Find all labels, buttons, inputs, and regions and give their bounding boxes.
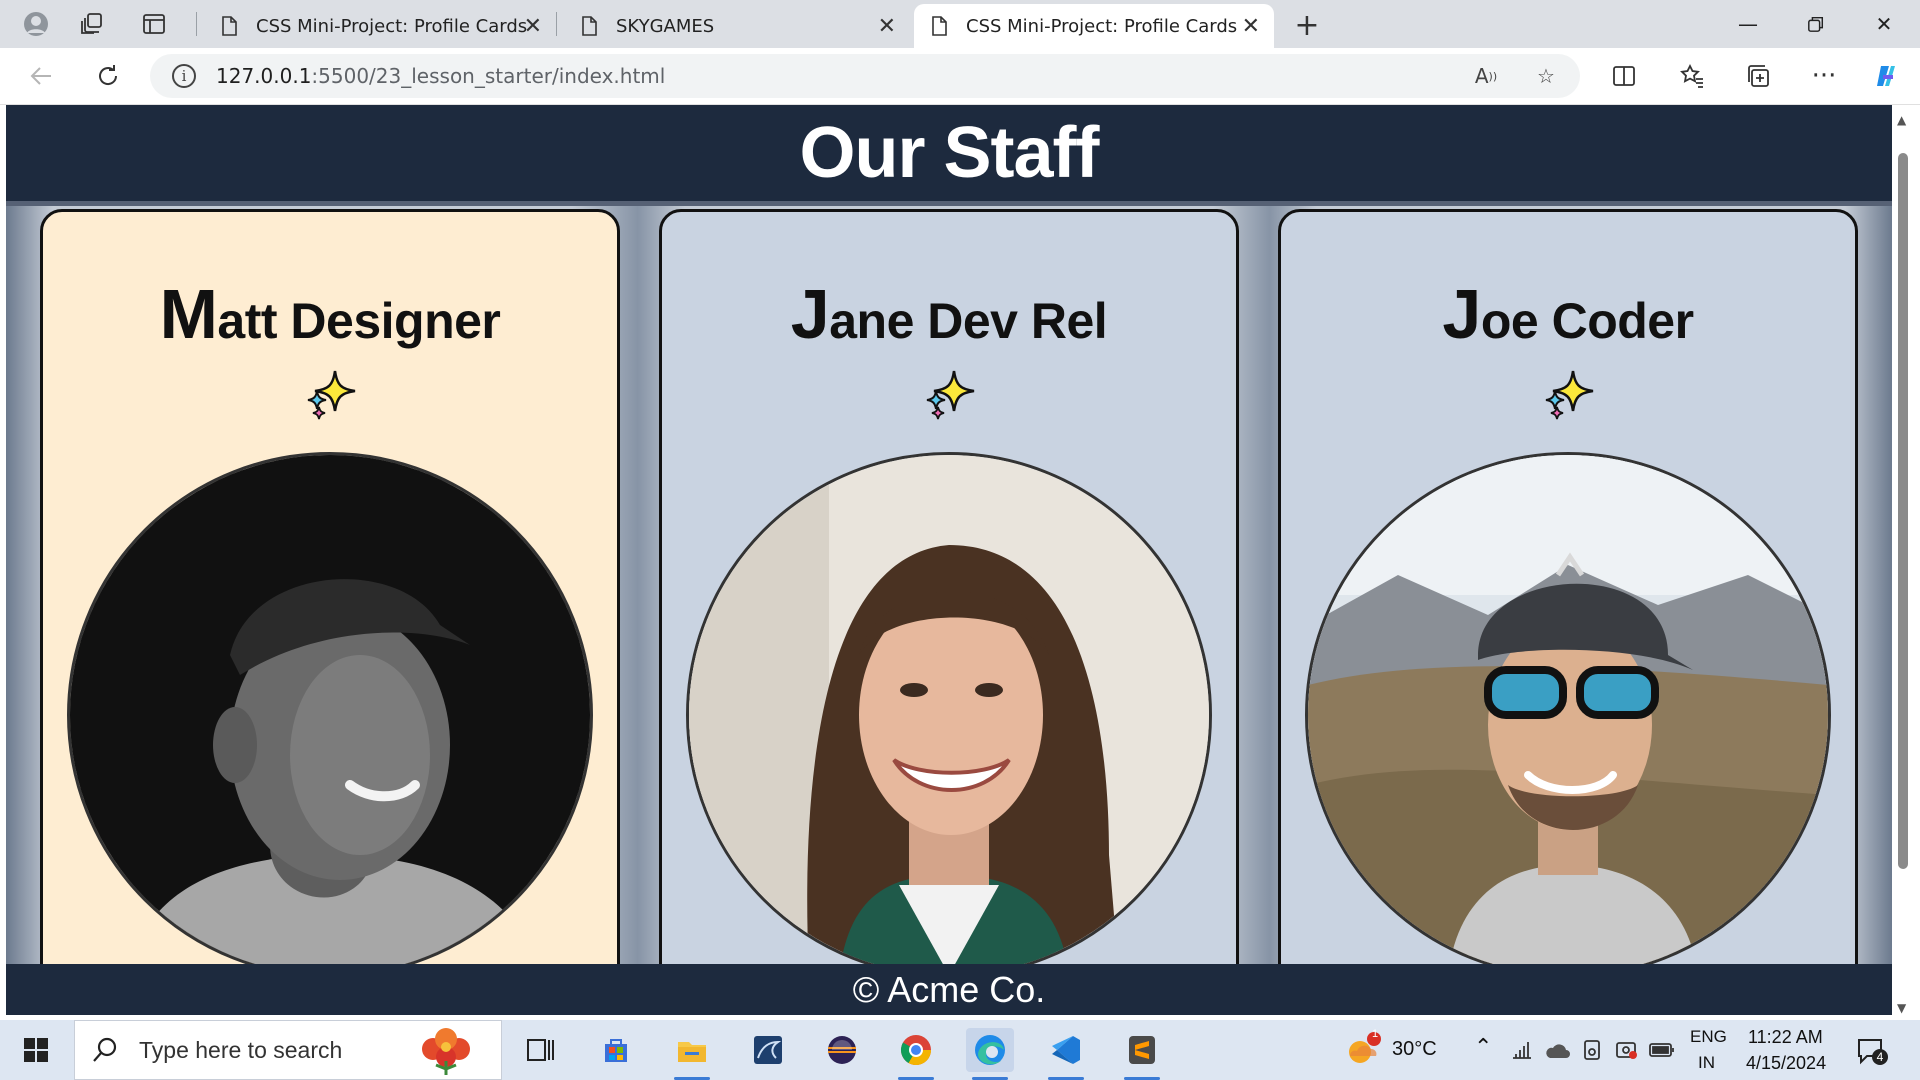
profile-photo <box>1305 452 1831 978</box>
portrait-image <box>689 455 1209 975</box>
name-rest: ane Dev Rel <box>829 293 1108 349</box>
sparkles-icon <box>307 370 356 420</box>
favorite-star-icon[interactable]: ☆ <box>1532 62 1560 90</box>
notifications-count: 4 <box>1876 1050 1884 1064</box>
close-tab-icon[interactable]: ✕ <box>524 14 542 39</box>
sublime-text-icon[interactable] <box>1118 1028 1166 1080</box>
tab-profile-cards-1[interactable]: CSS Mini-Project: Profile Cards ✕ <box>204 4 556 48</box>
vs-code-icon[interactable] <box>1042 1028 1090 1080</box>
battery-icon[interactable] <box>1648 1040 1676 1060</box>
microsoft-store-icon[interactable] <box>592 1028 640 1072</box>
restore-icon[interactable] <box>1782 0 1850 48</box>
search-icon <box>93 1037 117 1062</box>
address-bar[interactable]: i 127.0.0.1:5500/23_lesson_starter/index… <box>150 54 1580 98</box>
name-rest: oe Coder <box>1480 293 1694 349</box>
name-initial: J <box>790 275 830 353</box>
language-line1[interactable]: ENG <box>1690 1027 1727 1047</box>
language-line2[interactable]: IN <box>1698 1053 1715 1073</box>
favorites-icon[interactable] <box>1674 58 1710 94</box>
profile-photo <box>67 452 593 978</box>
minimize-icon[interactable]: — <box>1714 0 1782 48</box>
vertical-tabs-icon[interactable] <box>126 0 182 48</box>
document-icon <box>582 16 597 36</box>
card-name: Jane Dev Rel <box>662 274 1236 354</box>
clock-time[interactable]: 11:22 AM <box>1748 1027 1823 1048</box>
new-tab-icon[interactable]: + <box>1290 8 1324 43</box>
onedrive-cloud-icon[interactable] <box>1544 1040 1570 1060</box>
card-name: Joe Coder <box>1281 274 1855 354</box>
tab-profile-cards-active[interactable]: CSS Mini-Project: Profile Cards ✕ <box>914 4 1274 48</box>
file-explorer-icon[interactable] <box>668 1028 716 1080</box>
scroll-down-arrow-icon[interactable]: ▼ <box>1897 1001 1906 1015</box>
taskbar-search-box[interactable]: Type here to search <box>74 1020 502 1080</box>
task-view-icon[interactable] <box>516 1028 564 1072</box>
copilot-icon[interactable] <box>1868 58 1904 94</box>
network-icon[interactable] <box>1510 1038 1534 1062</box>
close-window-icon[interactable]: ✕ <box>1850 0 1918 48</box>
windows-start-icon[interactable] <box>14 1034 58 1068</box>
tab-title: SKYGAMES <box>616 15 715 37</box>
close-tab-icon[interactable]: ✕ <box>878 14 896 39</box>
collections-icon[interactable] <box>1740 58 1776 94</box>
document-icon <box>222 16 237 36</box>
profile-card: Joe Coder <box>1278 209 1858 1015</box>
microsoft-edge-icon[interactable] <box>966 1028 1014 1080</box>
browser-tab-strip: CSS Mini-Project: Profile Cards ✕ SKYGAM… <box>0 0 1920 48</box>
card-name: Matt Designer <box>43 274 617 354</box>
site-info-icon[interactable]: i <box>172 64 196 88</box>
weather-temperature[interactable]: 30°C <box>1392 1038 1437 1061</box>
profile-card: Matt Designer <box>40 209 620 1015</box>
read-aloud-icon[interactable]: A)) <box>1472 62 1500 90</box>
name-initial: M <box>159 275 218 353</box>
page-title: Our Staff <box>799 113 1099 193</box>
split-screen-icon[interactable] <box>1606 58 1642 94</box>
name-rest: att Designer <box>217 293 501 349</box>
tab-skygames[interactable]: SKYGAMES ✕ <box>564 4 910 48</box>
document-icon <box>932 16 947 36</box>
eclipse-icon[interactable] <box>818 1028 866 1072</box>
profile-card: Jane Dev Rel <box>659 209 1239 1015</box>
page-viewport: Our Staff Matt Designer Jane Dev Rel Joe… <box>6 105 1892 1015</box>
name-initial: J <box>1442 275 1481 353</box>
scroll-up-arrow-icon[interactable]: ▲ <box>1897 113 1906 127</box>
clock-date[interactable]: 4/15/2024 <box>1746 1053 1826 1074</box>
page-scrollbar[interactable]: ▲ ▼ <box>1892 105 1914 1015</box>
browser-toolbar: i 127.0.0.1:5500/23_lesson_starter/index… <box>0 48 1920 105</box>
scrollbar-thumb[interactable] <box>1898 153 1908 869</box>
portrait-image <box>70 455 590 975</box>
mysql-workbench-icon[interactable] <box>744 1028 792 1072</box>
tab-title: CSS Mini-Project: Profile Cards <box>966 15 1238 37</box>
refresh-icon[interactable] <box>90 58 126 94</box>
search-placeholder: Type here to search <box>139 1036 343 1063</box>
device-icon[interactable] <box>1580 1038 1604 1062</box>
page-footer: © Acme Co. <box>6 964 1892 1015</box>
page-header: Our Staff <box>6 105 1892 206</box>
workspaces-icon[interactable] <box>64 0 120 48</box>
show-hidden-icons-icon[interactable]: ⌃ <box>1474 1034 1492 1060</box>
back-icon[interactable] <box>24 58 60 94</box>
tab-title: CSS Mini-Project: Profile Cards <box>256 15 528 37</box>
camera-privacy-icon[interactable] <box>1614 1038 1638 1062</box>
search-highlight-flower-icon <box>422 1028 470 1075</box>
weather-badge: 1 <box>1371 1028 1379 1040</box>
close-tab-icon[interactable]: ✕ <box>1242 14 1260 39</box>
google-chrome-icon[interactable] <box>892 1028 940 1080</box>
portrait-image <box>1308 455 1828 975</box>
windows-taskbar: Type here to search 1 30°C ⌃ ENG IN 11:2… <box>0 1020 1920 1080</box>
profile-photo <box>686 452 1212 978</box>
sparkles-icon <box>926 370 975 420</box>
url-text[interactable]: 127.0.0.1:5500/23_lesson_starter/index.h… <box>216 64 665 88</box>
sparkles-icon <box>1545 370 1594 420</box>
footer-copyright: © Acme Co. <box>852 968 1046 1010</box>
profile-avatar-icon[interactable] <box>8 0 64 48</box>
more-options-icon[interactable]: ··· <box>1806 58 1842 94</box>
